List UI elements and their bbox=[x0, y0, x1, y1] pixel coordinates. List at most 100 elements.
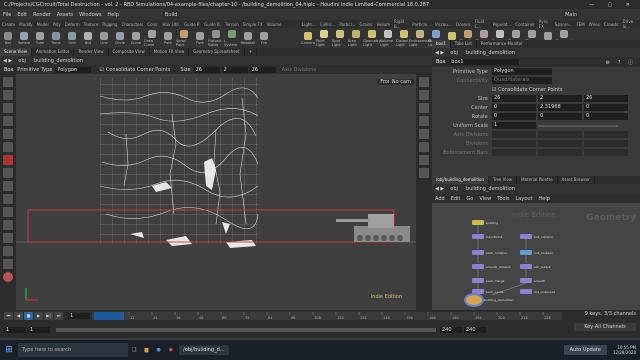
start-frame-field-2[interactable]: 1 bbox=[28, 327, 50, 333]
end-frame-field-2[interactable]: 240 bbox=[464, 327, 486, 333]
houdini-icon[interactable]: ◉ bbox=[169, 347, 173, 353]
shelf-right-tab[interactable]: Oceans bbox=[454, 22, 473, 27]
tab-box1[interactable]: box1 bbox=[432, 40, 451, 48]
shelf-right-tab[interactable]: Crowds bbox=[602, 22, 621, 27]
shelf-tool-button[interactable]: Area Light bbox=[348, 29, 364, 47]
start-frame-field[interactable]: 1 bbox=[4, 327, 26, 333]
shelf-right-tab[interactable]: Collisi... bbox=[318, 22, 338, 27]
tab-network-path[interactable]: /obj/building_demolition bbox=[432, 176, 490, 184]
shelf-tool-button[interactable]: Metaball bbox=[240, 31, 256, 45]
net-path-obj[interactable]: obj bbox=[447, 185, 461, 193]
shelf-left-tab[interactable]: Simple FX bbox=[241, 22, 265, 27]
windows-start-icon[interactable]: ⊞ bbox=[0, 345, 18, 355]
back-arrow-icon[interactable]: ◀ ▶ bbox=[0, 58, 15, 64]
menu-render[interactable]: Render bbox=[30, 12, 54, 18]
net-menu-edit[interactable]: Edit bbox=[448, 196, 464, 202]
shelf-left-tab[interactable]: Terrain bbox=[223, 22, 241, 27]
shelf-tool-button[interactable]: Path bbox=[160, 31, 176, 45]
primitives-mode-icon[interactable] bbox=[3, 246, 13, 256]
primitive-type-select[interactable]: Polygon bbox=[55, 66, 92, 73]
taskbar-houdini-app[interactable]: /obj/building_d... bbox=[179, 345, 229, 355]
step-back-icon[interactable]: ◀ bbox=[14, 312, 23, 320]
shelf-right-tab[interactable]: Particle... bbox=[410, 22, 433, 27]
shelf-left-tab[interactable]: Hair Util. bbox=[160, 22, 181, 27]
tab-composite-view[interactable]: Composite View bbox=[109, 48, 150, 56]
network-node[interactable]: building bbox=[472, 220, 498, 225]
shelf-tool-button[interactable]: Point Light bbox=[316, 29, 332, 47]
rotate-y-input[interactable]: 0 bbox=[538, 113, 582, 120]
tab-tree-view[interactable]: Tree View bbox=[489, 176, 518, 184]
shelf-right-tab[interactable]: Viscou... bbox=[433, 22, 454, 27]
ghost-icon[interactable] bbox=[419, 142, 429, 152]
shelf-tool-button[interactable]: Box bbox=[0, 31, 16, 45]
shelf-right-tab[interactable]: Particl... bbox=[337, 22, 357, 27]
current-frame-field[interactable]: 1 bbox=[68, 313, 90, 319]
shelf-left-tab[interactable]: Guide B. bbox=[202, 22, 223, 27]
shelf-left-tab[interactable]: Create bbox=[0, 22, 17, 27]
auto-update-button[interactable]: Auto Update bbox=[563, 345, 607, 355]
network-node[interactable]: rbd_instanced bbox=[520, 289, 555, 294]
enf-y-input[interactable] bbox=[538, 149, 582, 156]
shelf-right-tab[interactable]: Grains bbox=[358, 22, 375, 27]
sphere-view-icon[interactable] bbox=[3, 272, 13, 282]
shelf-tool-button[interactable]: Sphere bbox=[16, 31, 32, 45]
tab-motion-fx-view[interactable]: Motion FX View bbox=[150, 48, 190, 56]
center-y-input[interactable]: 2.31968 bbox=[538, 104, 582, 111]
search-input[interactable]: Type here to search bbox=[18, 343, 128, 357]
net-menu-add[interactable]: Add bbox=[432, 196, 448, 202]
shelf-left-tab[interactable]: Modify bbox=[17, 22, 34, 27]
menu-windows[interactable]: Windows bbox=[76, 12, 104, 18]
shelf-right-tab[interactable]: FEM bbox=[574, 22, 586, 27]
shelf-right-tab[interactable]: Light... bbox=[300, 22, 318, 27]
tab-render-view[interactable]: Render View bbox=[74, 48, 109, 56]
brush-icon[interactable] bbox=[3, 181, 13, 191]
timeline-ruler[interactable]: 12 24 36 48 60 72 84 96 108 120 132 144 156 168 180 192… bbox=[92, 310, 562, 322]
snap-icon[interactable] bbox=[3, 168, 13, 178]
shelf-tool-button[interactable]: Camera bbox=[300, 31, 316, 45]
shelf-tool-button[interactable]: File bbox=[256, 31, 272, 45]
lock-icon[interactable] bbox=[3, 194, 13, 204]
shelf-tool-button[interactable]: Spray Paint bbox=[176, 29, 192, 47]
shelf-left-tab[interactable]: Texture bbox=[82, 22, 101, 27]
center-x-input[interactable]: 0 bbox=[492, 104, 536, 111]
scale-tool-icon[interactable] bbox=[3, 116, 13, 126]
tab-asset-browser[interactable]: Asset Browser bbox=[558, 176, 595, 184]
shelf-right-tab[interactable]: Sparse... bbox=[553, 22, 575, 27]
shelf-tool-button[interactable]: Grid bbox=[64, 31, 80, 45]
grid-icon[interactable] bbox=[419, 116, 429, 126]
network-output-node[interactable]: building_demolition bbox=[466, 294, 513, 305]
shelf-tool-button[interactable]: Environment Light bbox=[409, 29, 431, 47]
tab-scene-view[interactable]: Scene View bbox=[0, 48, 32, 56]
net-nav-arrows-icon[interactable]: ◀ ▶ bbox=[432, 186, 447, 192]
wireframe-icon[interactable] bbox=[419, 155, 429, 165]
shelf-left-tab[interactable]: Deform bbox=[63, 22, 82, 27]
div-z-input[interactable] bbox=[584, 140, 628, 147]
menu-help[interactable]: Help bbox=[104, 12, 121, 18]
shelf-tool-button[interactable]: Tube bbox=[32, 31, 48, 45]
tab-geometry-spreadsheet[interactable]: Geometry Spreadsheet bbox=[189, 48, 245, 56]
shelf-left-tab[interactable]: Rigging bbox=[100, 22, 119, 27]
shelf-tool-button[interactable]: Volume Light bbox=[380, 29, 396, 47]
jump-start-icon[interactable]: ⏮ bbox=[4, 312, 13, 320]
tab-performance-monitor[interactable]: Performance Monitor bbox=[477, 40, 528, 48]
points-mode-icon[interactable] bbox=[3, 220, 13, 230]
shelf-left-tab[interactable]: Poly bbox=[51, 22, 63, 27]
net-menu-layout[interactable]: Layout bbox=[513, 196, 536, 202]
shelf-tool-button[interactable]: Curve bbox=[128, 31, 144, 45]
selection-mode-icon[interactable] bbox=[3, 207, 13, 217]
tab-material-palette[interactable]: Material Palette bbox=[517, 176, 558, 184]
shelf-tool-button[interactable]: Font bbox=[192, 31, 208, 45]
net-menu-help[interactable]: Help bbox=[536, 196, 553, 202]
shelf-right-tab[interactable]: Vellum bbox=[374, 22, 392, 27]
size-x-field[interactable]: 26 bbox=[193, 66, 220, 73]
param-header-icons[interactable]: ⚙ ? ⓘ bbox=[606, 59, 640, 66]
build-desktop-select[interactable]: Build bbox=[161, 10, 181, 19]
size-x-input[interactable]: 26 bbox=[492, 95, 536, 102]
network-node[interactable]: smooth_collision bbox=[472, 264, 511, 269]
rotate-x-input[interactable]: 0 bbox=[492, 113, 536, 120]
network-node[interactable]: box_collision bbox=[520, 234, 553, 239]
view-tool-icon[interactable] bbox=[3, 155, 13, 165]
uniform-scale-input[interactable]: 1 bbox=[492, 122, 536, 129]
end-frame-field[interactable]: 240 bbox=[440, 327, 462, 333]
pose-tool-icon[interactable] bbox=[3, 142, 13, 152]
